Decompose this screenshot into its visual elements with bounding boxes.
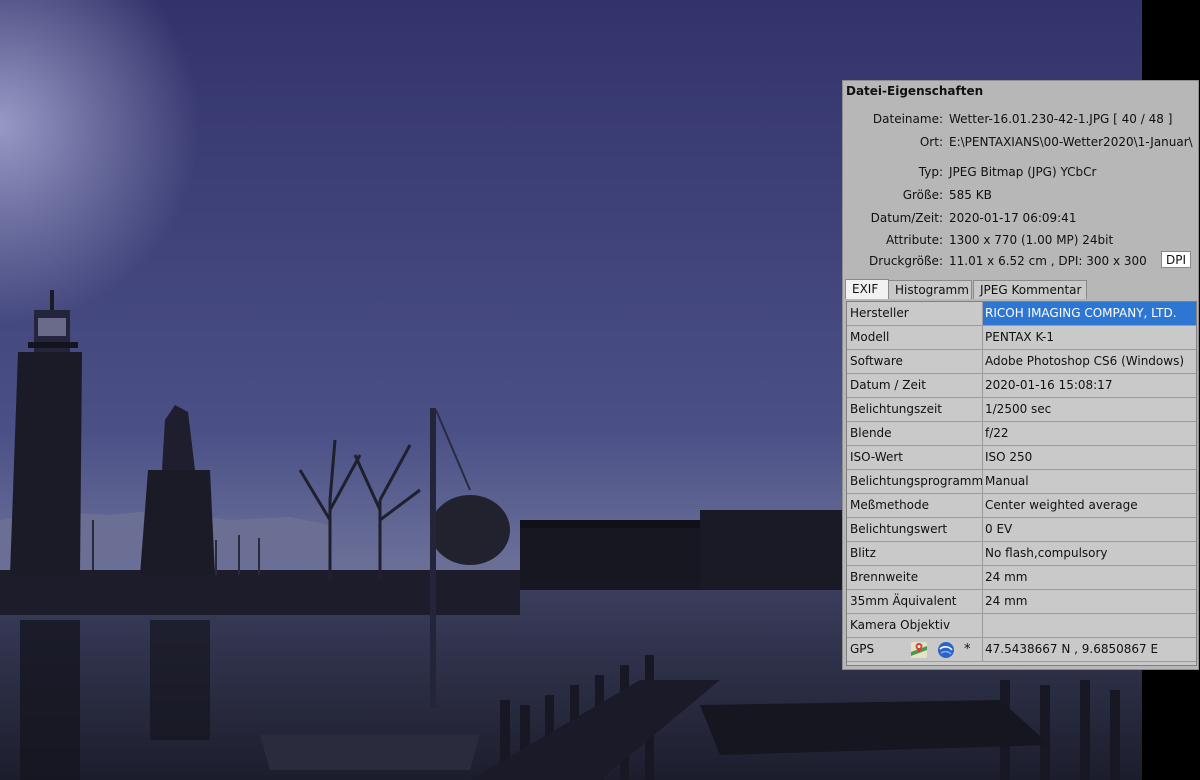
info-row-datetime: Datum/Zeit: 2020-01-17 06:09:41 — [843, 209, 1198, 227]
panel-title: Datei-Eigenschaften — [846, 84, 984, 98]
table-row[interactable]: GPS * 47.5438667 N , 9.6850867 E — [847, 638, 1196, 662]
tab-histogramm[interactable]: Histogramm — [888, 280, 972, 299]
info-row-location: Ort: E:\PENTAXIANS\00-Wetter2020\1-Janua… — [843, 133, 1198, 151]
table-row[interactable]: Brennweite 24 mm — [847, 566, 1196, 590]
file-properties-panel: Datei-Eigenschaften Dateiname: Wetter-16… — [842, 80, 1199, 670]
info-row-filename: Dateiname: Wetter-16.01.230-42-1.JPG [ 4… — [843, 110, 1198, 128]
info-value: 2020-01-17 06:09:41 — [949, 211, 1077, 225]
exif-key: 35mm Äquivalent — [847, 590, 983, 613]
info-value: 1300 x 770 (1.00 MP) 24bit — [949, 233, 1114, 247]
exif-value: ISO 250 — [985, 450, 1033, 464]
exif-table: Hersteller RICOH IMAGING COMPANY, LTD. M… — [846, 301, 1197, 666]
info-label: Datum/Zeit: — [870, 211, 943, 225]
exif-value: 47.5438667 N , 9.6850867 E — [985, 642, 1159, 656]
info-value: E:\PENTAXIANS\00-Wetter2020\1-Januar\ — [949, 135, 1193, 149]
exif-value: f/22 — [985, 426, 1009, 440]
exif-key: Kamera Objektiv — [847, 614, 983, 637]
exif-key: Hersteller — [847, 302, 983, 325]
info-label: Typ: — [918, 165, 943, 179]
exif-key: Belichtungszeit — [847, 398, 983, 421]
exif-key: Software — [847, 350, 983, 373]
exif-value: Adobe Photoshop CS6 (Windows) — [985, 354, 1185, 368]
table-row[interactable]: Belichtungswert 0 EV — [847, 518, 1196, 542]
info-value: 585 KB — [949, 188, 992, 202]
exif-key: Blende — [847, 422, 983, 445]
info-row-type: Typ: JPEG Bitmap (JPG) YCbCr — [843, 163, 1198, 181]
info-label: Dateiname: — [872, 112, 943, 126]
exif-value: PENTAX K-1 — [985, 330, 1055, 344]
table-row[interactable]: Kamera Objektiv — [847, 614, 1196, 638]
info-row-attributes: Attribute: 1300 x 770 (1.00 MP) 24bit — [843, 231, 1198, 249]
table-row[interactable]: 35mm Äquivalent 24 mm — [847, 590, 1196, 614]
table-row[interactable]: Datum / Zeit 2020-01-16 15:08:17 — [847, 374, 1196, 398]
info-label: Ort: — [919, 135, 943, 149]
exif-key: Datum / Zeit — [847, 374, 983, 397]
table-row[interactable]: Hersteller RICOH IMAGING COMPANY, LTD. — [847, 302, 1196, 326]
info-label: Attribute: — [885, 233, 943, 247]
exif-value: RICOH IMAGING COMPANY, LTD. — [983, 302, 1196, 325]
exif-key: GPS * — [847, 638, 983, 661]
tab-jpeg-kommentar[interactable]: JPEG Kommentar — [973, 280, 1087, 299]
exif-key-label: GPS — [850, 642, 875, 656]
info-row-printsize: Druckgröße: 11.01 x 6.52 cm , DPI: 300 x… — [843, 252, 1198, 270]
exif-key: Belichtungsprogramm — [847, 470, 983, 493]
exif-value: No flash,compulsory — [985, 546, 1108, 560]
table-row[interactable]: Belichtungsprogramm Manual — [847, 470, 1196, 494]
info-value: JPEG Bitmap (JPG) YCbCr — [949, 165, 1097, 179]
exif-key: Belichtungswert — [847, 518, 983, 541]
exif-value: 24 mm — [985, 594, 1028, 608]
exif-value: 1/2500 sec — [985, 402, 1052, 416]
dpi-button[interactable]: DPI — [1161, 251, 1191, 268]
info-row-size: Größe: 585 KB — [843, 186, 1198, 204]
table-row[interactable]: Software Adobe Photoshop CS6 (Windows) — [847, 350, 1196, 374]
table-row[interactable]: Meßmethode Center weighted average — [847, 494, 1196, 518]
table-row[interactable]: Blende f/22 — [847, 422, 1196, 446]
table-row[interactable]: Modell PENTAX K-1 — [847, 326, 1196, 350]
table-row[interactable]: Blitz No flash,compulsory — [847, 542, 1196, 566]
google-earth-icon[interactable] — [937, 641, 955, 661]
gps-star[interactable]: * — [964, 641, 971, 659]
tab-exif[interactable]: EXIF — [845, 279, 889, 299]
table-row[interactable]: Belichtungszeit 1/2500 sec — [847, 398, 1196, 422]
info-value: 11.01 x 6.52 cm , DPI: 300 x 300 — [949, 254, 1147, 268]
exif-key: Modell — [847, 326, 983, 349]
info-label: Druckgröße: — [869, 254, 943, 268]
info-value: Wetter-16.01.230-42-1.JPG [ 40 / 48 ] — [949, 112, 1173, 126]
google-maps-icon[interactable] — [910, 641, 928, 661]
info-label: Größe: — [902, 188, 943, 202]
exif-value: 2020-01-16 15:08:17 — [985, 378, 1113, 392]
exif-value: 24 mm — [985, 570, 1028, 584]
exif-value: Center weighted average — [985, 498, 1138, 512]
exif-key: Brennweite — [847, 566, 983, 589]
exif-key: ISO-Wert — [847, 446, 983, 469]
exif-value: 0 EV — [985, 522, 1013, 536]
exif-value: Manual — [985, 474, 1029, 488]
exif-value — [983, 614, 1196, 637]
table-row[interactable]: ISO-Wert ISO 250 — [847, 446, 1196, 470]
exif-key: Blitz — [847, 542, 983, 565]
exif-key: Meßmethode — [847, 494, 983, 517]
